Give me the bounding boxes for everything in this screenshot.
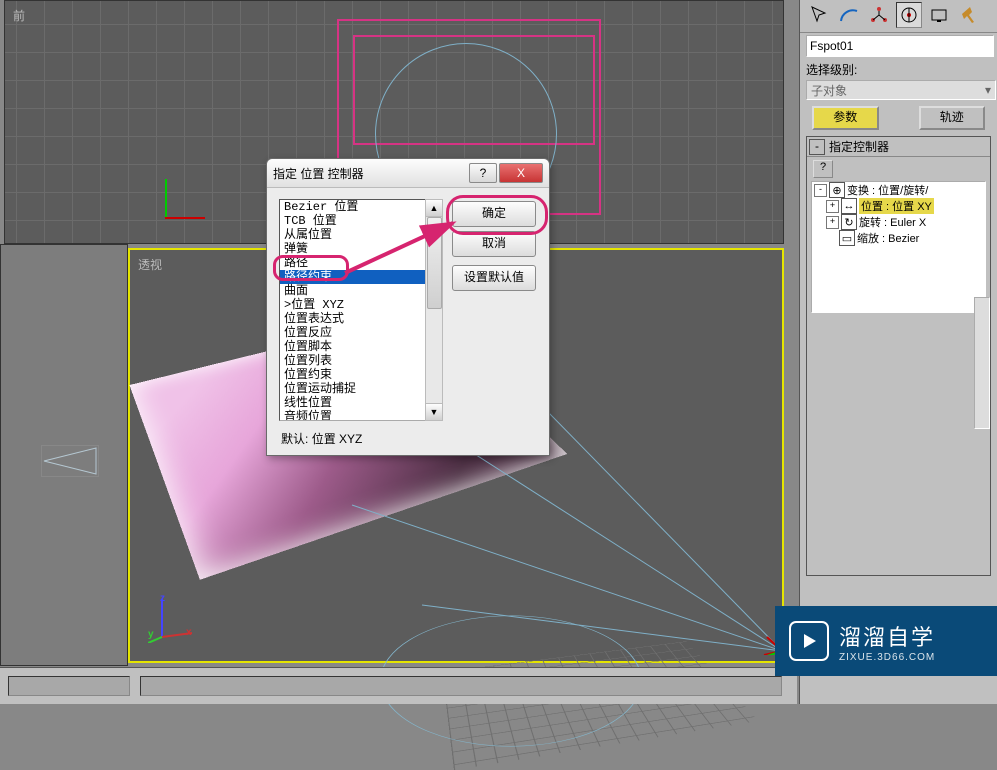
assign-controller-dialog: 指定 位置 控制器 ? X Bezier 位置TCB 位置从属位置弹簧路径路径约… <box>266 158 550 456</box>
ok-button[interactable]: 确定 <box>452 201 536 227</box>
controller-option[interactable]: 路径约束 <box>280 270 426 284</box>
viewport-left-gutter[interactable] <box>0 244 128 666</box>
watermark: 溜溜自学 ZIXUE.3D66.COM <box>775 606 997 676</box>
rollout-header[interactable]: - 指定控制器 <box>807 137 990 157</box>
dialog-title-text: 指定 位置 控制器 <box>273 165 364 182</box>
controller-option[interactable]: 位置运动捕捉 <box>280 382 426 396</box>
controller-listbox[interactable]: Bezier 位置TCB 位置从属位置弹簧路径路径约束曲面>位置 XYZ位置表达… <box>279 199 427 421</box>
listbox-scrollbar[interactable]: ▲ ▼ <box>425 199 443 421</box>
utilities-panel-icon[interactable] <box>956 2 982 28</box>
controller-option[interactable]: 位置表达式 <box>280 312 426 326</box>
tree-scrollbar[interactable] <box>974 297 990 429</box>
tree-position[interactable]: 位置 : 位置 XY <box>859 198 934 214</box>
chevron-down-icon: ▾ <box>985 83 991 97</box>
watermark-text-cn: 溜溜自学 <box>839 620 935 652</box>
controller-option[interactable]: 曲面 <box>280 284 426 298</box>
controller-option[interactable]: 位置反应 <box>280 326 426 340</box>
tree-transform[interactable]: 变换 : 位置/旋转/ <box>847 182 928 198</box>
viewport-label-persp: 透视 <box>138 256 162 273</box>
watermark-text-en: ZIXUE.3D66.COM <box>839 652 935 663</box>
transform-glyph-icon: ⊕ <box>829 182 845 198</box>
scroll-up-icon[interactable]: ▲ <box>426 200 442 217</box>
controller-option[interactable]: 线性位置 <box>280 396 426 410</box>
selection-level-label: 选择级别: <box>806 61 991 78</box>
close-icon: X <box>517 166 525 180</box>
controller-option[interactable]: 位置约束 <box>280 368 426 382</box>
timeline-bar[interactable] <box>0 667 797 704</box>
tree-rotation[interactable]: 旋转 : Euler X <box>859 214 926 230</box>
assign-controller-rollout: - 指定控制器 ? -⊕变换 : 位置/旋转/ +↔位置 : 位置 XY +↻旋… <box>806 136 991 576</box>
scale-glyph-icon: ▭ <box>839 230 855 246</box>
controller-option[interactable]: 路径 <box>280 256 426 270</box>
controller-option[interactable]: >位置 XYZ <box>280 298 426 312</box>
position-glyph-icon: ↔ <box>841 198 857 214</box>
set-default-button[interactable]: 设置默认值 <box>452 265 536 291</box>
controller-option[interactable]: 从属位置 <box>280 228 426 242</box>
tree-scale[interactable]: 缩放 : Bezier <box>857 230 919 246</box>
controller-option[interactable]: 音频位置 <box>280 410 426 421</box>
tab-parameters[interactable]: 参数 <box>812 106 879 130</box>
tab-trajectories[interactable]: 轨迹 <box>919 106 986 130</box>
dialog-close-button[interactable]: X <box>499 163 543 183</box>
controller-option[interactable]: 弹簧 <box>280 242 426 256</box>
controller-option[interactable]: 位置脚本 <box>280 340 426 354</box>
rollout-title: 指定控制器 <box>829 138 889 155</box>
sub-object-value: 子对象 <box>811 82 847 99</box>
axis-gizmo-front <box>155 179 205 229</box>
motion-panel-icon[interactable] <box>896 2 922 28</box>
cancel-button[interactable]: 取消 <box>452 231 536 257</box>
dialog-titlebar[interactable]: 指定 位置 控制器 ? X <box>267 159 549 188</box>
default-controller-label: 默认: 位置 XYZ <box>281 430 362 447</box>
axis-gizmo-persp: x y z <box>148 593 198 643</box>
sub-object-dropdown[interactable]: 子对象 ▾ <box>806 80 996 100</box>
assign-controller-help-button[interactable]: ? <box>813 160 833 178</box>
camera-icon <box>41 445 99 477</box>
object-name-field[interactable] <box>806 35 994 57</box>
arc-tool-icon[interactable] <box>836 2 862 28</box>
collapse-icon[interactable]: - <box>809 139 825 155</box>
controller-option[interactable]: TCB 位置 <box>280 214 426 228</box>
display-panel-icon[interactable] <box>926 2 952 28</box>
controller-tree[interactable]: -⊕变换 : 位置/旋转/ +↔位置 : 位置 XY +↻旋转 : Euler … <box>811 181 986 313</box>
watermark-play-icon <box>789 621 829 661</box>
viewport-label-front: 前 <box>13 7 25 24</box>
hierarchy-icon[interactable] <box>866 2 892 28</box>
controller-option[interactable]: Bezier 位置 <box>280 200 426 214</box>
controller-option[interactable]: 位置列表 <box>280 354 426 368</box>
scroll-down-icon[interactable]: ▼ <box>426 403 442 420</box>
dialog-help-button[interactable]: ? <box>469 163 497 183</box>
command-panel: 选择级别: 子对象 ▾ 参数 轨迹 - 指定控制器 ? -⊕变换 : 位置/旋转… <box>799 0 997 704</box>
scroll-thumb[interactable] <box>427 217 442 309</box>
select-tool-icon[interactable] <box>806 2 832 28</box>
help-icon: ? <box>480 166 487 180</box>
rotation-glyph-icon: ↻ <box>841 214 857 230</box>
